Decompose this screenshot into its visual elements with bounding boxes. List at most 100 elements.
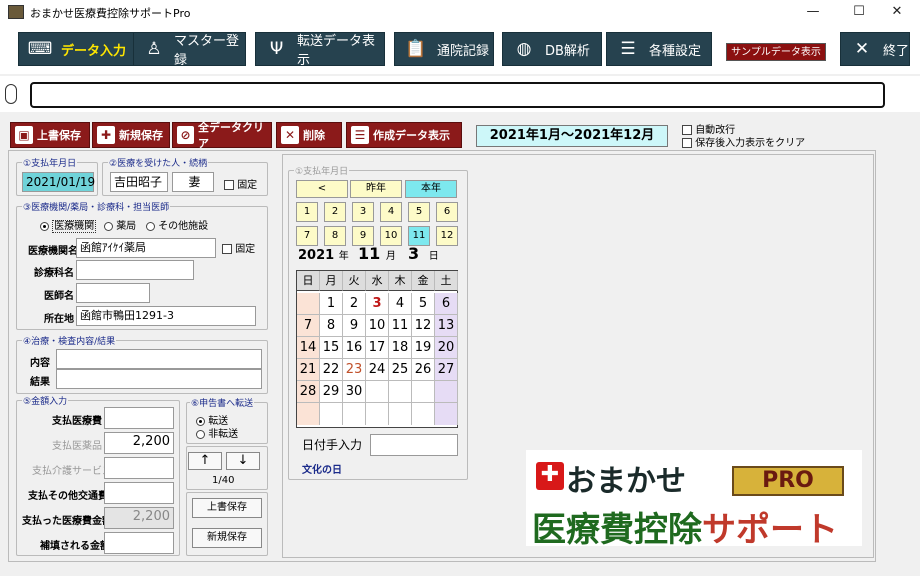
month-button-9[interactable]: 9: [352, 226, 374, 246]
relation-input[interactable]: 妻: [172, 172, 214, 192]
calendar-day-cell[interactable]: 20: [435, 337, 458, 359]
no-transfer-radio[interactable]: 非転送: [196, 425, 238, 440]
calendar-day-cell[interactable]: 9: [343, 315, 366, 337]
calendar-day-cell[interactable]: 23: [343, 359, 366, 381]
month-button-11[interactable]: 11: [408, 226, 430, 246]
month-button-1[interactable]: 1: [296, 202, 318, 222]
month-button-4[interactable]: 4: [380, 202, 402, 222]
calendar-day-cell[interactable]: 26: [412, 359, 435, 381]
care-service-input[interactable]: [104, 457, 174, 479]
prev-record-button[interactable]: ↑: [188, 452, 222, 470]
calendar-day-cell[interactable]: 28: [297, 381, 320, 403]
calendar-day-cell[interactable]: 2: [343, 293, 366, 315]
total-label: 支払った医療費金額: [22, 516, 112, 527]
period-display: 2021年1月～2021年12月: [476, 125, 668, 147]
calendar-day-cell[interactable]: 7: [297, 315, 320, 337]
facility-type-pharmacy[interactable]: 薬局: [104, 217, 136, 232]
calendar-day-cell[interactable]: 13: [435, 315, 458, 337]
clear-all-button[interactable]: ⊘ 全データクリア: [172, 121, 272, 150]
calendar-day-cell[interactable]: 3: [366, 293, 389, 315]
transfer-data-button[interactable]: Ψ 転送データ表示: [255, 32, 385, 68]
data-entry-button[interactable]: ⌨ データ入力: [18, 32, 136, 66]
facility-type-medical[interactable]: 医療機関: [40, 217, 97, 233]
calendar-day-cell[interactable]: 8: [320, 315, 343, 337]
medical-fee-input[interactable]: [104, 407, 174, 429]
calendar-day-cell[interactable]: 30: [343, 381, 366, 403]
logo-line1: おまかせ: [566, 464, 686, 499]
calendar-day-cell[interactable]: 12: [412, 315, 435, 337]
calendar-day-cell[interactable]: 1: [320, 293, 343, 315]
patient-name-input[interactable]: 吉田昭子: [110, 172, 168, 192]
next-record-button[interactable]: ↓: [226, 452, 260, 470]
month-button-6[interactable]: 6: [436, 202, 458, 222]
calendar-day-cell[interactable]: [389, 381, 412, 403]
settings-button[interactable]: ☰ 各種設定: [606, 32, 712, 66]
total-output: 2,200: [104, 507, 174, 529]
visit-record-button[interactable]: 📋 通院記録: [394, 32, 494, 66]
facility-fixed-checkbox[interactable]: 固定: [222, 240, 255, 255]
calendar-day-cell[interactable]: [435, 381, 458, 403]
calendar-day-cell[interactable]: 19: [412, 337, 435, 359]
month-button-8[interactable]: 8: [324, 226, 346, 246]
address-input[interactable]: 函館市鴨田1291-3: [76, 306, 256, 326]
calendar-day-cell[interactable]: 22: [320, 359, 343, 381]
db-analysis-button[interactable]: ◍ DB解析: [502, 32, 602, 66]
pay-date-input[interactable]: 2021/01/19: [22, 172, 95, 192]
calendar-day-cell[interactable]: [366, 381, 389, 403]
calendar-day-cell[interactable]: 21: [297, 359, 320, 381]
month-button-12[interactable]: 12: [436, 226, 458, 246]
month-button-3[interactable]: 3: [352, 202, 374, 222]
drug-fee-input[interactable]: 2,200: [104, 432, 174, 454]
calendar-day-cell[interactable]: 15: [320, 337, 343, 359]
menu-icon: ☰: [620, 39, 636, 59]
delete-button[interactable]: ✕ 削除: [276, 122, 342, 148]
result-input[interactable]: [56, 369, 262, 389]
form-new-save-button[interactable]: 新規保存: [192, 528, 262, 548]
calendar-day-cell[interactable]: 17: [366, 337, 389, 359]
calendar-day-cell[interactable]: 10: [366, 315, 389, 337]
content-input[interactable]: [56, 349, 262, 369]
prev-month-button[interactable]: <: [296, 180, 348, 198]
calendar-day-cell[interactable]: 5: [412, 293, 435, 315]
show-created-button[interactable]: ☰ 作成データ表示: [346, 122, 462, 148]
clear-after-save-option[interactable]: 保存後入力表示をクリア: [682, 134, 805, 149]
calendar-day-cell[interactable]: 11: [389, 315, 412, 337]
exit-button[interactable]: ✕ 終了: [840, 32, 910, 66]
calendar-day-cell[interactable]: 29: [320, 381, 343, 403]
close-window-button[interactable]: ✕: [874, 0, 920, 24]
doctor-input[interactable]: [76, 283, 150, 303]
calendar-day-cell[interactable]: 4: [389, 293, 412, 315]
minimize-button[interactable]: —: [790, 0, 836, 24]
compensated-input[interactable]: [104, 532, 174, 554]
calendar-day-cell[interactable]: 24: [366, 359, 389, 381]
calendar-day-cell[interactable]: 25: [389, 359, 412, 381]
close-icon: ✕: [854, 39, 870, 59]
dept-label: 診療科名: [34, 268, 74, 279]
master-register-button[interactable]: ♙ マスター登録: [133, 32, 246, 68]
medical-cross-icon: ✚: [536, 462, 564, 490]
transport-input[interactable]: [104, 482, 174, 504]
facility-type-other[interactable]: その他施設: [146, 217, 208, 232]
transport-label: 支払その他交通費: [28, 491, 108, 502]
calendar-day-cell[interactable]: 14: [297, 337, 320, 359]
month-button-2[interactable]: 2: [324, 202, 346, 222]
calendar-day-cell[interactable]: 6: [435, 293, 458, 315]
calendar-day-cell[interactable]: 16: [343, 337, 366, 359]
facility-name-input[interactable]: 函館ｱｲｹｲ薬局: [76, 238, 216, 258]
month-button-7[interactable]: 7: [296, 226, 318, 246]
database-icon: ◍: [516, 39, 532, 59]
this-year-button[interactable]: 本年: [405, 180, 457, 198]
last-year-button[interactable]: 昨年: [350, 180, 402, 198]
overwrite-save-button[interactable]: ▣ 上書保存: [10, 122, 90, 148]
calendar-day-cell[interactable]: 18: [389, 337, 412, 359]
manual-date-input[interactable]: [370, 434, 458, 456]
month-button-10[interactable]: 10: [380, 226, 402, 246]
patient-fixed-checkbox[interactable]: 固定: [224, 176, 257, 191]
month-button-5[interactable]: 5: [408, 202, 430, 222]
calendar-day-cell[interactable]: [412, 381, 435, 403]
dept-input[interactable]: [76, 260, 194, 280]
calendar-day-cell[interactable]: [297, 293, 320, 315]
new-save-button[interactable]: ✚ 新規保存: [92, 122, 170, 148]
form-overwrite-save-button[interactable]: 上書保存: [192, 498, 262, 518]
calendar-day-cell[interactable]: 27: [435, 359, 458, 381]
